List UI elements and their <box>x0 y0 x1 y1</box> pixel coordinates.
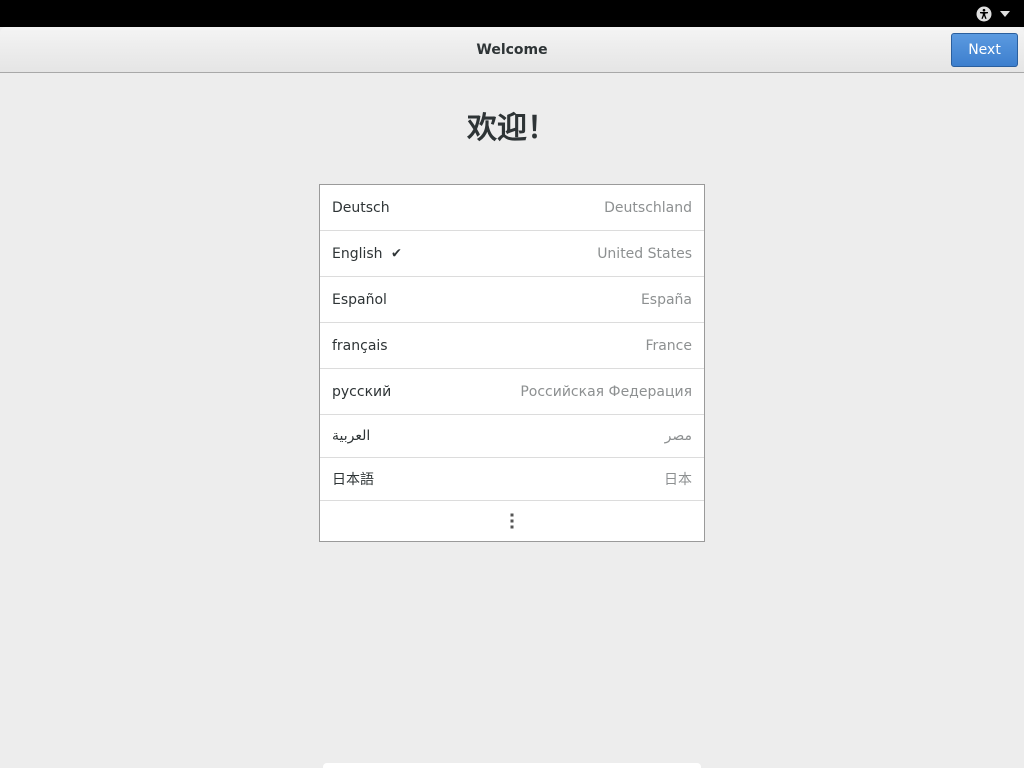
language-region: France <box>645 337 692 354</box>
language-name: français <box>332 337 388 354</box>
language-row-russian[interactable]: русский Российская Федерация <box>320 369 704 415</box>
more-vertical-icon <box>510 513 514 529</box>
language-row-deutsch[interactable]: Deutsch Deutschland <box>320 185 704 231</box>
bottom-panel-edge <box>323 763 701 768</box>
language-name: العربية <box>332 428 371 444</box>
language-row-espanol[interactable]: Español España <box>320 277 704 323</box>
language-region: Российская Федерация <box>520 383 692 400</box>
language-list: Deutsch Deutschland English ✔ United Sta… <box>319 184 705 542</box>
language-name: русский <box>332 383 392 400</box>
header-bar: Welcome Next <box>0 27 1024 73</box>
language-region: España <box>640 291 692 308</box>
chevron-down-icon <box>1000 10 1010 17</box>
more-languages-button[interactable] <box>320 501 704 541</box>
page-title: Welcome <box>476 42 548 58</box>
language-region: 日本 <box>664 472 692 488</box>
language-region: مصر <box>664 428 692 444</box>
accessibility-icon <box>976 6 992 21</box>
language-region: Deutschland <box>604 199 692 216</box>
language-name: 日本語 <box>332 472 374 488</box>
language-region: United States <box>597 245 692 262</box>
language-row-japanese[interactable]: 日本語 日本 <box>320 458 704 501</box>
checkmark-icon: ✔ <box>391 246 402 261</box>
accessibility-menu[interactable] <box>976 5 1010 22</box>
language-row-francais[interactable]: français France <box>320 323 704 369</box>
top-bar <box>0 0 1024 27</box>
language-name: Español <box>332 291 387 308</box>
language-name: English <box>332 245 383 262</box>
welcome-heading: 欢迎！ <box>467 111 557 146</box>
language-row-arabic[interactable]: العربية مصر <box>320 415 704 458</box>
next-button[interactable]: Next <box>951 33 1018 67</box>
language-name: Deutsch <box>332 199 390 216</box>
language-row-english[interactable]: English ✔ United States <box>320 231 704 277</box>
